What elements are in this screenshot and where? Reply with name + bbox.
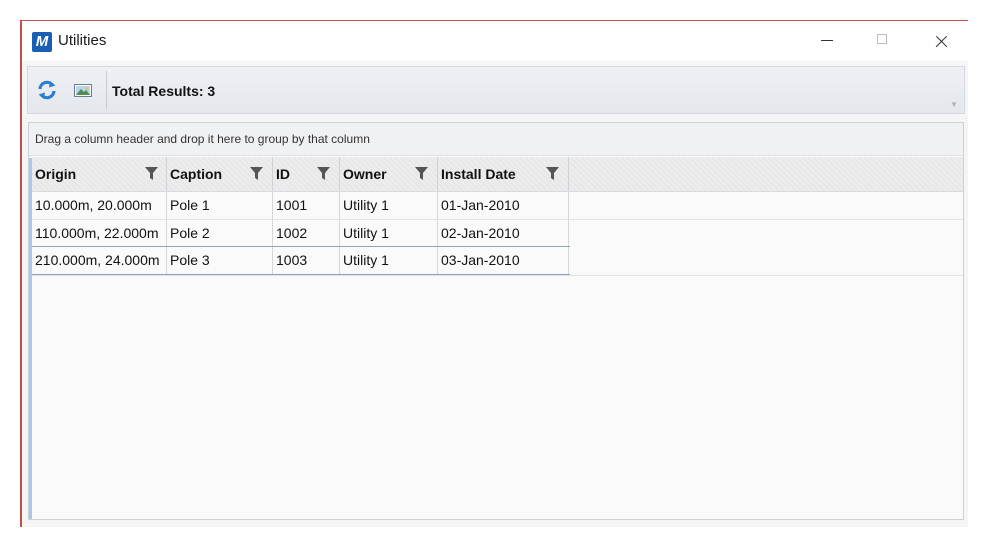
cell-install-date: 01-Jan-2010 xyxy=(438,192,569,219)
cell-caption: Pole 1 xyxy=(167,192,273,219)
filter-icon[interactable] xyxy=(317,167,330,180)
maximize-button[interactable] xyxy=(858,21,906,61)
column-label: Caption xyxy=(170,166,223,182)
export-image-button[interactable] xyxy=(72,79,94,101)
toolbar-separator xyxy=(106,71,107,109)
export-image-icon xyxy=(74,84,92,97)
column-header-row: Origin Caption ID Owner Install Date xyxy=(32,157,963,192)
column-label: Origin xyxy=(35,166,77,182)
cell-install-date: 02-Jan-2010 xyxy=(438,220,569,247)
filter-icon[interactable] xyxy=(250,167,263,180)
cell-caption: Pole 3 xyxy=(167,247,273,274)
cell-id: 1002 xyxy=(273,220,340,247)
cell-owner: Utility 1 xyxy=(340,192,438,219)
toolbar: Total Results: 3 ▼ xyxy=(27,66,965,114)
minimize-button[interactable] xyxy=(802,21,850,61)
group-by-panel[interactable]: Drag a column header and drop it here to… xyxy=(29,123,963,156)
column-label: Owner xyxy=(343,166,387,182)
cell-caption: Pole 2 xyxy=(167,220,273,247)
column-header-install-date[interactable]: Install Date xyxy=(438,157,569,191)
cell-owner: Utility 1 xyxy=(340,247,438,274)
cell-id: 1001 xyxy=(273,192,340,219)
row-divider xyxy=(32,275,963,276)
column-header-id[interactable]: ID xyxy=(273,157,340,191)
column-label: ID xyxy=(276,166,290,182)
utilities-window: M Utilities Total Results: 3 ▼ Drag a co… xyxy=(20,20,968,527)
cell-origin: 210.000m, 24.000m xyxy=(32,247,167,274)
table-row[interactable]: 10.000m, 20.000m Pole 1 1001 Utility 1 0… xyxy=(32,192,570,219)
close-button[interactable] xyxy=(917,21,965,61)
column-header-origin[interactable]: Origin xyxy=(32,157,167,191)
cell-owner: Utility 1 xyxy=(340,220,438,247)
table-row[interactable]: 110.000m, 22.000m Pole 2 1002 Utility 1 … xyxy=(32,220,570,247)
refresh-button[interactable] xyxy=(36,79,58,101)
results-grid: Drag a column header and drop it here to… xyxy=(28,122,964,520)
cell-origin: 10.000m, 20.000m xyxy=(32,192,167,219)
table-row-selected[interactable]: 210.000m, 24.000m Pole 3 1003 Utility 1 … xyxy=(32,246,570,275)
total-results-label: Total Results: 3 xyxy=(112,83,216,99)
filter-icon[interactable] xyxy=(145,167,158,180)
cell-install-date: 03-Jan-2010 xyxy=(438,247,569,274)
column-label: Install Date xyxy=(441,166,516,182)
filter-icon[interactable] xyxy=(415,167,428,180)
app-logo-icon: M xyxy=(32,32,52,52)
refresh-icon xyxy=(38,80,56,100)
filter-icon[interactable] xyxy=(546,167,559,180)
cell-origin: 110.000m, 22.000m xyxy=(32,220,167,247)
cell-id: 1003 xyxy=(273,247,340,274)
toolbar-overflow-icon[interactable]: ▼ xyxy=(950,100,958,109)
window-title: Utilities xyxy=(58,32,107,49)
column-header-caption[interactable]: Caption xyxy=(167,157,273,191)
title-bar[interactable]: M Utilities xyxy=(22,21,968,61)
column-header-owner[interactable]: Owner xyxy=(340,157,438,191)
